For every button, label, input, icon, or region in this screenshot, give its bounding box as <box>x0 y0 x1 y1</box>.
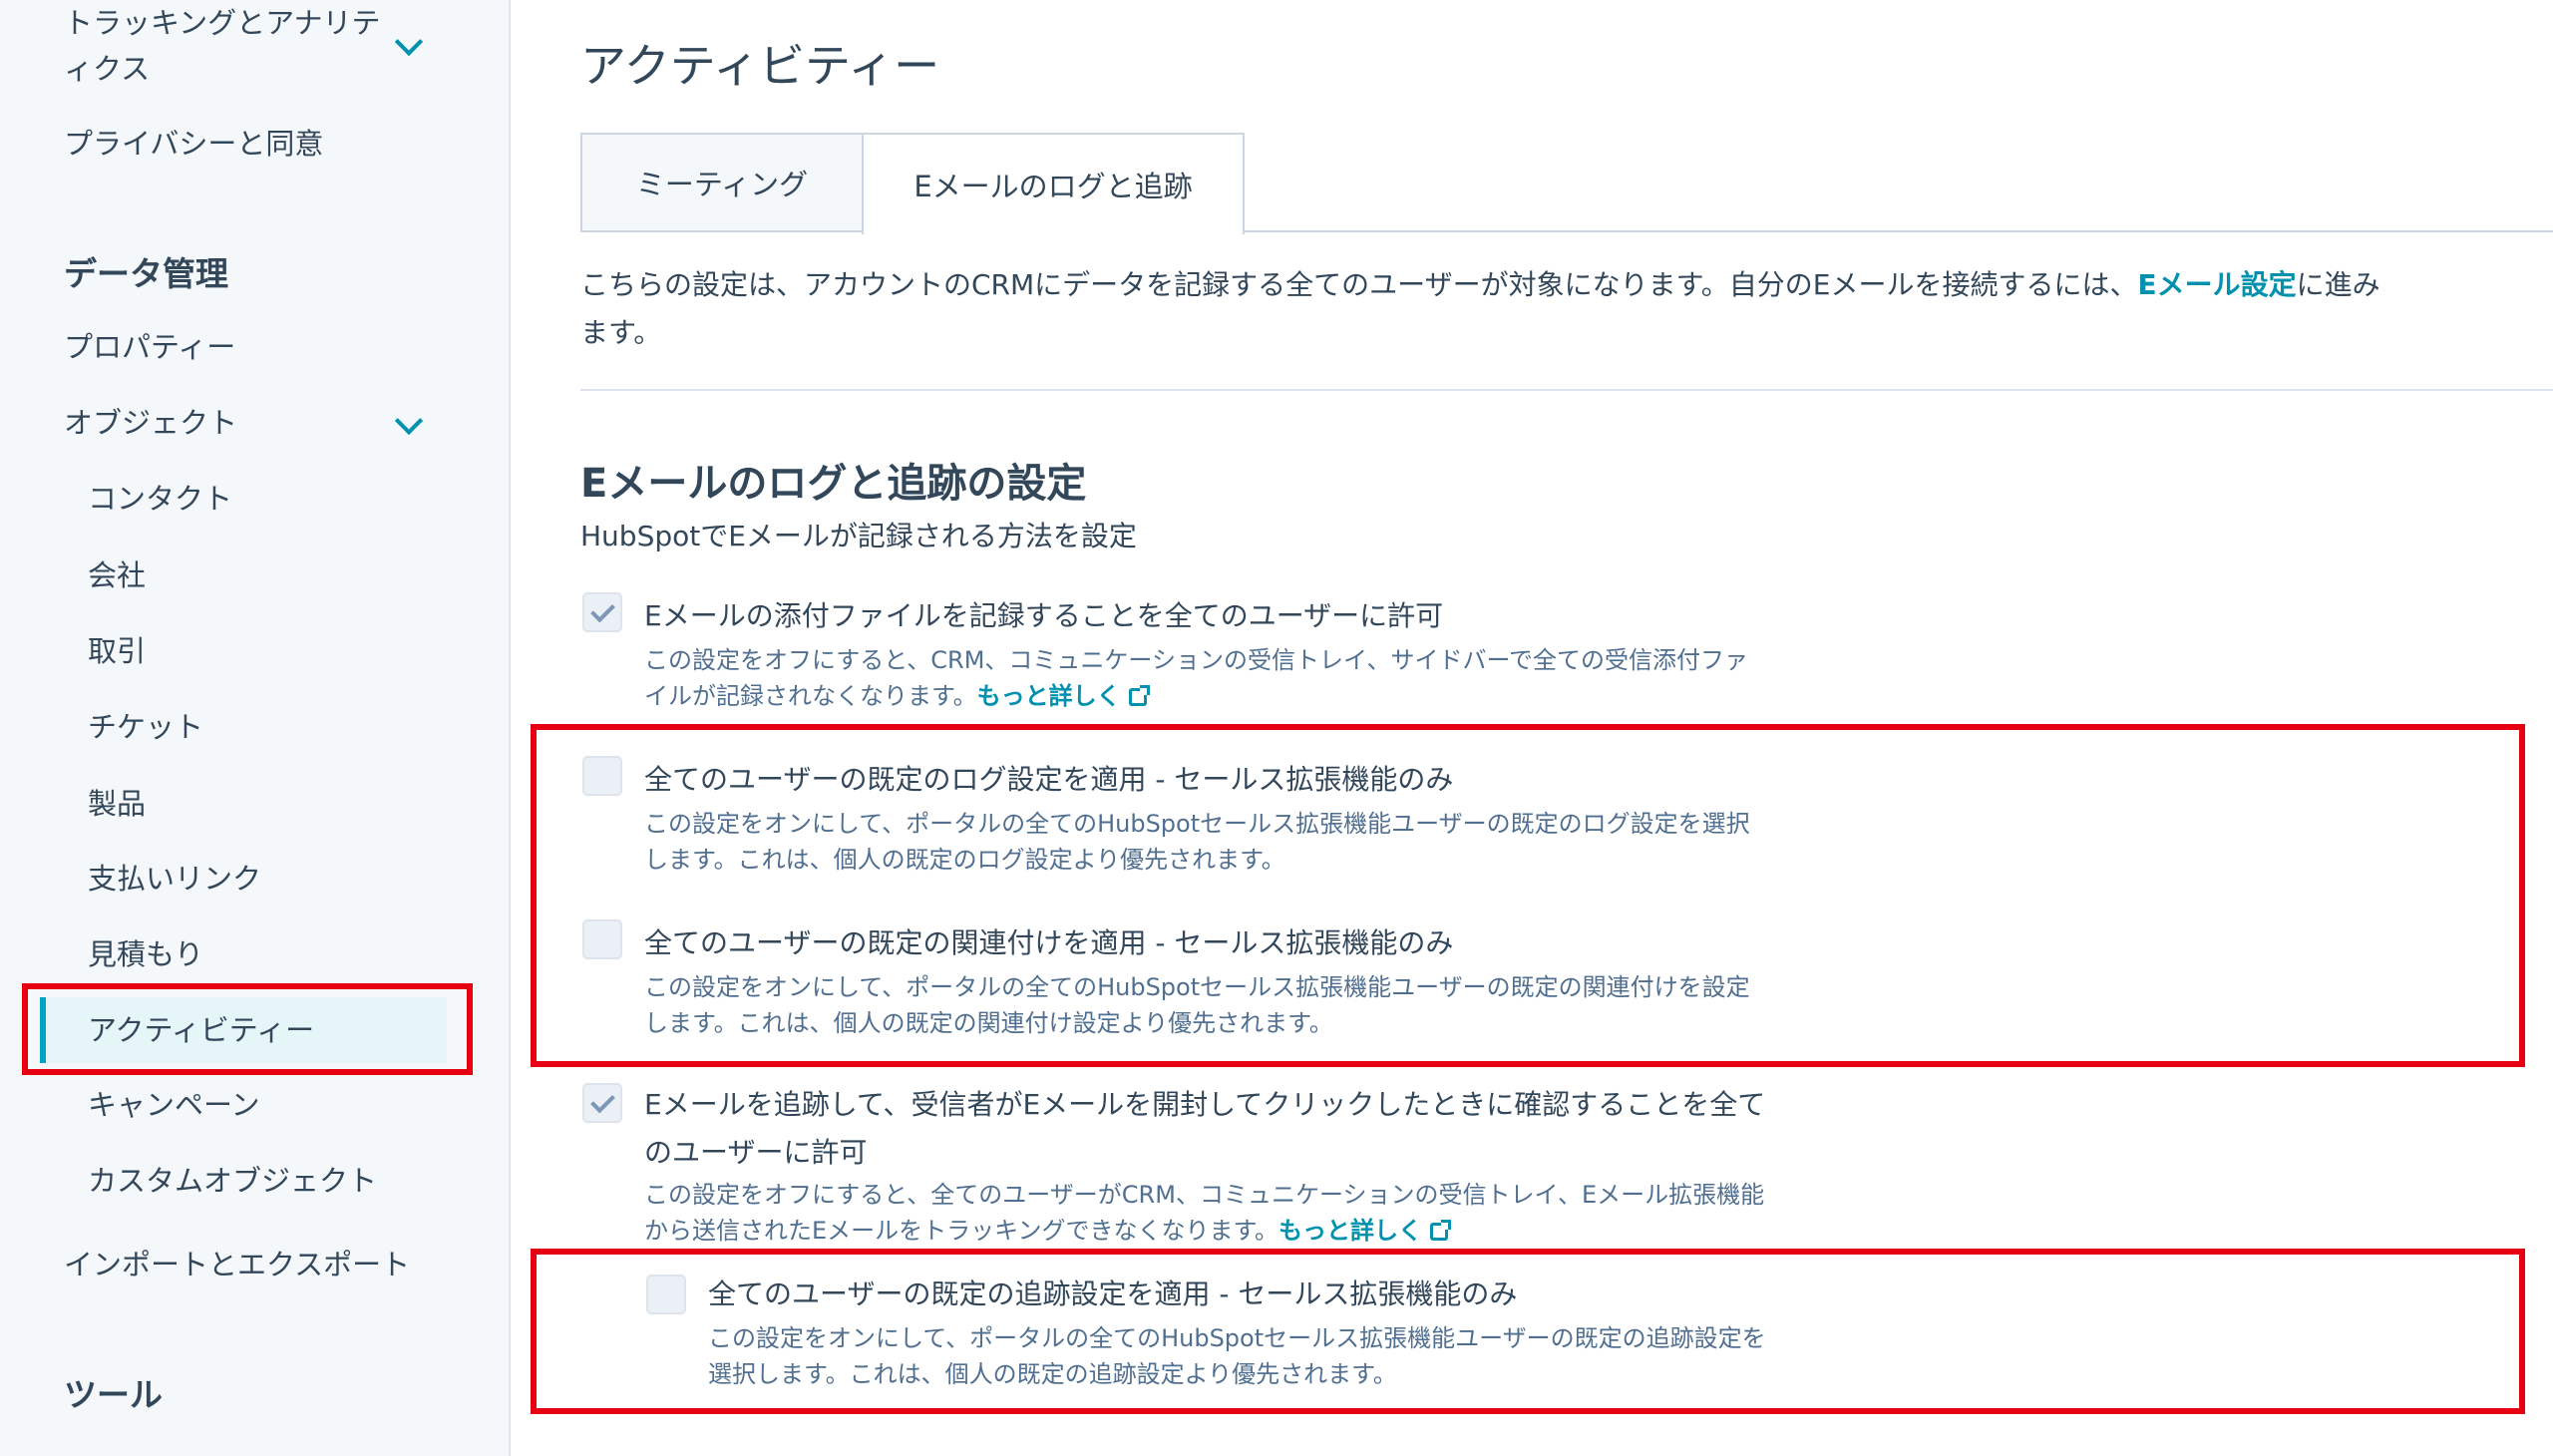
option-label: 全てのユーザーの既定の追跡設定を適用 - セールス拡張機能のみ <box>708 1277 1518 1310</box>
default-association-checkbox[interactable] <box>582 919 622 959</box>
sidebar-item-payment-links[interactable]: 支払いリンク <box>88 855 261 903</box>
tab-email-log-tracking[interactable]: Eメールのログと追跡 <box>862 133 1245 234</box>
sidebar-item-custom-objects[interactable]: カスタムオブジェクト <box>88 1157 377 1205</box>
sidebar-item-activities[interactable]: アクティビティー <box>88 1006 314 1054</box>
sidebar-item-label: プロパティー <box>64 330 236 364</box>
sidebar-item-label: キャンペーン <box>88 1088 260 1122</box>
intro-text-body: こちらの設定は、アカウントのCRMにデータを記録する全てのユーザーが対象になりま… <box>580 268 2138 301</box>
page-title: アクティビティー <box>580 39 940 93</box>
settings-sidebar: トラッキングとアナリテ ィクス プライバシーと同意 データ管理 プロパティー オ… <box>0 0 511 1456</box>
option-label: 全てのユーザーの既定のログ設定を適用 - セールス拡張機能のみ <box>644 763 1454 796</box>
option-label: Eメールを追跡して、受信者がEメールを開封してクリックしたときに確認することを全… <box>644 1088 1766 1169</box>
sidebar-item-label: ィクス <box>64 52 151 86</box>
option-description-text: この設定をオフにすると、全てのユーザーがCRM、コミュニケーションの受信トレイ、… <box>644 1181 1765 1245</box>
option-description: この設定をオフにすると、CRM、コミュニケーションの受信トレイ、サイドバーで全て… <box>644 642 1771 714</box>
sidebar-section-data-management: データ管理 <box>64 254 228 293</box>
sidebar-item-label: コンタクト <box>88 482 233 516</box>
sidebar-item-label: 会社 <box>88 558 147 592</box>
sidebar-item-tickets[interactable]: チケット <box>88 703 203 751</box>
sidebar-item-campaigns[interactable]: キャンペーン <box>88 1081 260 1129</box>
sidebar-item-label: 支払いリンク <box>88 862 262 896</box>
sidebar-item-label: 取引 <box>88 634 147 668</box>
sidebar-item-label: トラッキングとアナリテ <box>64 6 381 40</box>
sidebar-item-properties[interactable]: プロパティー <box>64 323 235 371</box>
sidebar-item-label: オブジェクト <box>64 406 238 440</box>
learn-more-link[interactable]: もっと詳しく <box>1278 1217 1422 1245</box>
option-description: この設定をオンにして、ポータルの全てのHubSpotセールス拡張機能ユーザーの既… <box>644 810 1750 874</box>
section-subtitle: HubSpotでEメールが記録される方法を設定 <box>580 520 1137 552</box>
section-divider <box>580 389 2553 391</box>
sidebar-item-label: プライバシーと同意 <box>64 127 324 161</box>
tab-label: Eメールのログと追跡 <box>913 170 1193 203</box>
sidebar-item-tracking-analytics[interactable]: トラッキングとアナリテ ィクス <box>64 0 403 92</box>
external-link-icon <box>1128 685 1150 706</box>
option-description-text: この設定をオフにすると、CRM、コミュニケーションの受信トレイ、サイドバーで全て… <box>644 646 1749 710</box>
sidebar-item-label: 製品 <box>88 787 147 821</box>
email-tracking-checkbox[interactable] <box>582 1083 622 1123</box>
sidebar-item-label: チケット <box>88 710 204 744</box>
intro-text: こちらの設定は、アカウントのCRMにデータを記録する全てのユーザーが対象になりま… <box>580 261 2405 357</box>
sidebar-item-label: 見積もり <box>88 937 204 971</box>
default-tracking-settings-checkbox[interactable] <box>646 1274 686 1314</box>
sidebar-item-contacts[interactable]: コンタクト <box>88 475 232 523</box>
email-settings-link[interactable]: Eメール設定 <box>2138 268 2297 301</box>
tab-label: ミーティング <box>635 168 809 201</box>
default-log-settings-checkbox[interactable] <box>582 756 622 796</box>
sidebar-item-objects[interactable]: オブジェクト <box>64 399 237 447</box>
log-attachments-checkbox[interactable] <box>582 592 622 632</box>
sidebar-item-privacy-consent[interactable]: プライバシーと同意 <box>64 120 323 168</box>
sidebar-item-label: アクティビティー <box>88 1013 315 1047</box>
external-link-icon <box>1430 1220 1452 1241</box>
sidebar-item-products[interactable]: 製品 <box>88 780 146 828</box>
tab-meetings[interactable]: ミーティング <box>580 133 862 232</box>
option-description: この設定をオンにして、ポータルの全てのHubSpotセールス拡張機能ユーザーの既… <box>708 1324 1766 1388</box>
learn-more-link[interactable]: もっと詳しく <box>977 682 1121 710</box>
sidebar-item-deals[interactable]: 取引 <box>88 627 146 675</box>
sidebar-item-import-export[interactable]: インポートとエクスポート <box>64 1241 410 1288</box>
option-description: この設定をオフにすると、全てのユーザーがCRM、コミュニケーションの受信トレイ、… <box>644 1177 1771 1249</box>
option-label: 全てのユーザーの既定の関連付けを適用 - セールス拡張機能のみ <box>644 926 1454 959</box>
chevron-down-icon[interactable] <box>394 406 424 436</box>
option-label: Eメールの添付ファイルを記録することを全てのユーザーに許可 <box>644 599 1444 632</box>
sidebar-item-companies[interactable]: 会社 <box>88 551 146 599</box>
option-description: この設定をオンにして、ポータルの全てのHubSpotセールス拡張機能ユーザーの既… <box>644 973 1750 1037</box>
section-title: Eメールのログと追跡の設定 <box>580 461 1087 507</box>
sidebar-item-quotes[interactable]: 見積もり <box>88 930 203 978</box>
sidebar-item-label: カスタムオブジェクト <box>88 1164 378 1198</box>
sidebar-item-label: インポートとエクスポート <box>64 1248 411 1281</box>
sidebar-section-tools: ツール <box>64 1375 163 1414</box>
